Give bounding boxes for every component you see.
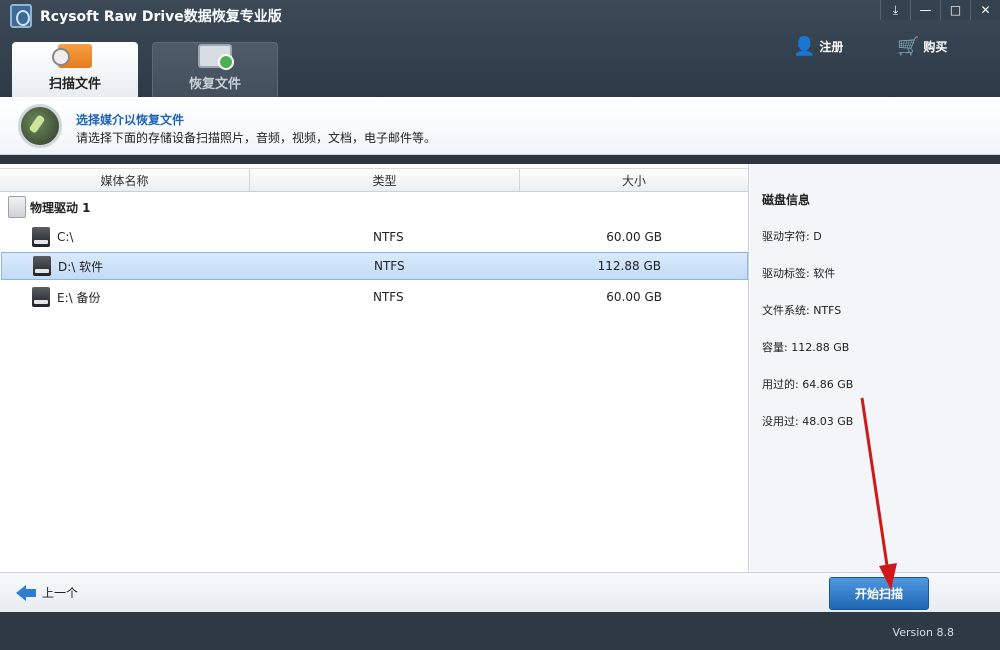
physical-drive-group[interactable]: 物理驱动 1 [8, 196, 91, 218]
info-file-system: 文件系统: NTFS [762, 304, 842, 317]
row-name: E:\ 备份 [57, 290, 101, 305]
buy-label: 购买 [923, 40, 948, 54]
recover-files-icon [198, 44, 234, 70]
drive-icon [32, 287, 50, 307]
column-type[interactable]: 类型 [250, 169, 520, 191]
register-button[interactable]: 👤 注册 [793, 36, 843, 57]
app-title: Rcysoft Raw Drive数据恢复专业版 [40, 9, 282, 25]
row-type: NTFS [373, 230, 404, 244]
info-drive-label: 驱动标签: 软件 [762, 267, 836, 280]
main-content: 媒体名称 类型 大小 物理驱动 1 C:\ NTFS 60.00 GB D:\ … [0, 164, 1000, 572]
info-used: 用过的: 64.86 GB [762, 378, 854, 391]
drive-icon [32, 227, 50, 247]
buy-button[interactable]: 🛒 购买 [897, 36, 947, 57]
tab-scan-files[interactable]: 扫描文件 [12, 42, 138, 97]
back-arrow-icon [16, 584, 36, 601]
drive-scan-icon [18, 104, 62, 148]
register-label: 注册 [819, 40, 844, 54]
back-button[interactable]: 上一个 [16, 584, 78, 601]
maximize-button[interactable]: □ [940, 0, 970, 20]
info-capacity: 容量: 112.88 GB [762, 341, 850, 354]
download-icon[interactable]: ⤓ [880, 0, 910, 20]
table-header: 媒体名称 类型 大小 [0, 168, 748, 192]
drive-list: 媒体名称 类型 大小 物理驱动 1 C:\ NTFS 60.00 GB D:\ … [0, 164, 749, 572]
info-drive-letter: 驱动字符: D [762, 230, 822, 243]
tab-recover-files-label: 恢复文件 [188, 77, 241, 92]
row-type: NTFS [374, 259, 405, 273]
title-bar: Rcysoft Raw Drive数据恢复专业版 ⤓ — □ ✕ 扫描文件 恢复… [0, 0, 1000, 97]
status-bar: Version 8.8 [0, 612, 1000, 650]
column-media-name[interactable]: 媒体名称 [0, 169, 250, 191]
info-free: 没用过: 48.03 GB [762, 415, 854, 428]
minimize-button[interactable]: — [910, 0, 940, 20]
footer-bar: 上一个 开始扫描 [0, 572, 1000, 612]
column-size[interactable]: 大小 [520, 169, 748, 191]
group-label: 物理驱动 1 [30, 200, 91, 215]
hard-disk-icon [8, 196, 26, 218]
app-logo-icon [10, 4, 32, 28]
row-size: 60.00 GB [606, 290, 662, 304]
tab-recover-files[interactable]: 恢复文件 [152, 42, 278, 97]
user-add-icon: 👤 [793, 36, 816, 57]
table-row[interactable]: D:\ 软件 NTFS 112.88 GB [1, 252, 748, 280]
banner-description: 请选择下面的存储设备扫描照片，音频，视频，文档，电子邮件等。 [76, 131, 437, 145]
info-banner: 选择媒介以恢复文件 请选择下面的存储设备扫描照片，音频，视频，文档，电子邮件等。 [0, 97, 1000, 155]
row-type: NTFS [373, 290, 404, 304]
back-label: 上一个 [42, 586, 79, 600]
table-row[interactable]: E:\ 备份 NTFS 60.00 GB [1, 283, 748, 311]
disk-info-panel: 磁盘信息 驱动字符: D 驱动标签: 软件 文件系统: NTFS 容量: 112… [750, 164, 1000, 572]
row-name: C:\ [57, 230, 74, 244]
start-scan-button[interactable]: 开始扫描 [829, 577, 929, 610]
tab-scan-files-label: 扫描文件 [48, 77, 101, 92]
banner-title: 选择媒介以恢复文件 [76, 113, 185, 127]
window-controls: ⤓ — □ ✕ [880, 0, 1000, 20]
row-size: 60.00 GB [606, 230, 662, 244]
cart-icon: 🛒 [897, 36, 920, 57]
drive-icon [33, 256, 51, 276]
row-size: 112.88 GB [597, 259, 661, 273]
disk-info-title: 磁盘信息 [762, 193, 811, 207]
close-button[interactable]: ✕ [970, 0, 1000, 20]
table-row[interactable]: C:\ NTFS 60.00 GB [1, 223, 748, 251]
version-label: Version 8.8 [892, 626, 954, 639]
row-name: D:\ 软件 [58, 259, 104, 274]
scan-files-icon [52, 44, 92, 68]
